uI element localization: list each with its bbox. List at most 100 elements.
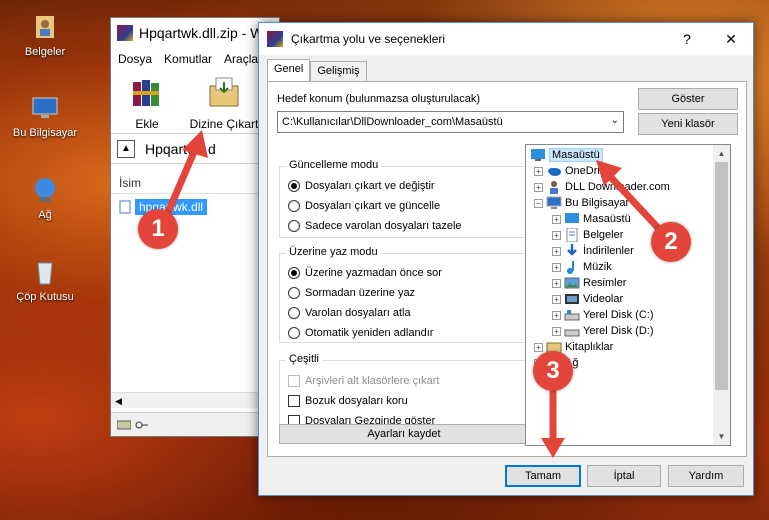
tree-node-dll-downloader[interactable]: + DLL Downloader.com xyxy=(534,179,670,195)
key-icon xyxy=(135,421,148,428)
winrar-titlebar[interactable]: Hpqartwk.dll.zip - W xyxy=(111,18,279,48)
winrar-toolbar: Ekle Dizine Çıkart xyxy=(111,70,279,134)
checkbox[interactable] xyxy=(288,395,300,407)
misc-option-keep-broken[interactable]: Bozuk dosyaları koru xyxy=(288,393,408,409)
expand-icon[interactable]: + xyxy=(552,214,561,224)
radio-selected[interactable] xyxy=(288,267,300,279)
close-button[interactable]: ✕ xyxy=(709,23,753,55)
expand-icon[interactable]: + xyxy=(534,342,543,352)
winrar-hscrollbar[interactable]: ◀ xyxy=(111,392,279,408)
menu-araclar[interactable]: Araçla xyxy=(224,52,258,66)
expand-icon[interactable]: + xyxy=(552,294,561,304)
update-mode-option-update[interactable]: Dosyaları çıkart ve güncelle xyxy=(288,198,440,214)
ok-button[interactable]: Tamam xyxy=(505,465,581,487)
expand-icon[interactable]: + xyxy=(552,310,561,320)
tree-vscrollbar[interactable]: ▲ ▼ xyxy=(713,145,730,445)
expand-icon[interactable]: + xyxy=(552,262,561,272)
help-title-button[interactable]: ? xyxy=(665,23,709,55)
desktop-icon-cop-kutusu[interactable]: Çöp Kutusu xyxy=(5,257,85,303)
expand-icon[interactable]: + xyxy=(552,278,561,288)
folder-tree[interactable]: Masaüstü + OneDrive + DLL Downloader.com −… xyxy=(525,144,731,446)
dest-path-combobox[interactable]: C:\Kullanıcılar\DllDownloader_com\Masaüs… xyxy=(277,111,624,133)
scroll-up-icon[interactable]: ▲ xyxy=(713,145,730,162)
winrar-app-icon xyxy=(267,31,283,47)
tree-node-drive-c[interactable]: + Yerel Disk (C:) xyxy=(552,307,654,323)
up-folder-button[interactable]: ▲ xyxy=(117,139,135,158)
radio[interactable] xyxy=(288,200,300,212)
tree-node-downloads[interactable]: + İndirilenler xyxy=(552,243,634,259)
expand-icon[interactable]: + xyxy=(552,230,561,240)
tree-node-music[interactable]: + Müzik xyxy=(552,259,612,275)
extract-box-icon xyxy=(209,77,239,107)
overwrite-option-rename[interactable]: Otomatik yeniden adlandır xyxy=(288,325,433,341)
dialog-title: Çıkartma yolu ve seçenekleri xyxy=(291,32,446,46)
dest-path-label: Hedef konum (bulunmazsa oluşturulacak) xyxy=(277,93,480,105)
drive-icon xyxy=(564,329,580,337)
expand-icon[interactable]: + xyxy=(534,182,543,192)
desktop-icon-ag[interactable]: Ağ xyxy=(5,175,85,221)
tab-genel[interactable]: Genel xyxy=(267,59,311,81)
option-label: Otomatik yeniden adlandır xyxy=(305,327,434,339)
expand-icon[interactable]: + xyxy=(552,246,561,256)
option-label: Dosyaları çıkart ve değiştir xyxy=(305,180,435,192)
file-list-item[interactable]: hpqartwk.dll xyxy=(119,198,271,216)
misc-title: Çeşitli xyxy=(286,353,322,365)
dialog-titlebar[interactable]: Çıkartma yolu ve seçenekleri ? ✕ xyxy=(259,23,753,55)
close-icon: ✕ xyxy=(725,30,737,47)
add-button[interactable]: Ekle xyxy=(119,74,175,131)
tree-node-onedrive[interactable]: + OneDrive xyxy=(534,163,611,179)
overwrite-option-ask[interactable]: Üzerine yazmadan önce sor xyxy=(288,265,442,281)
radio[interactable] xyxy=(288,220,300,232)
radio[interactable] xyxy=(288,287,300,299)
tree-node-this-pc[interactable]: − Bu Bilgisayar xyxy=(534,195,629,211)
new-folder-button[interactable]: Yeni klasör xyxy=(638,113,738,135)
radio[interactable] xyxy=(288,307,300,319)
winrar-address-bar: ▲ Hpqartwk.d xyxy=(111,134,279,164)
checkbox-disabled xyxy=(288,375,300,387)
computer-icon xyxy=(32,97,58,118)
radio-selected[interactable] xyxy=(288,180,300,192)
misc-group: Çeşitli Arşivleri alt klasörlere çıkart … xyxy=(279,353,529,430)
overwrite-option-skip[interactable]: Varolan dosyaları atla xyxy=(288,305,411,321)
overwrite-mode-group: Üzerine yaz modu Üzerine yazmadan önce s… xyxy=(279,246,529,343)
cancel-button[interactable]: İptal xyxy=(587,465,661,487)
radio[interactable] xyxy=(288,327,300,339)
winrar-window[interactable]: Hpqartwk.dll.zip - W Dosya Komutlar Araç… xyxy=(110,17,280,437)
extract-to-button[interactable]: Dizine Çıkart xyxy=(189,74,259,131)
books-icon xyxy=(133,80,159,106)
tree-node-drive-d[interactable]: + Yerel Disk (D:) xyxy=(552,323,654,339)
tree-node-documents[interactable]: + Belgeler xyxy=(552,227,623,243)
onedrive-icon xyxy=(548,168,561,176)
scroll-down-icon[interactable]: ▼ xyxy=(713,428,730,445)
tab-gelismis[interactable]: Gelişmiş xyxy=(310,61,367,81)
tree-node-pictures[interactable]: + Resimler xyxy=(552,275,626,291)
option-label: Bozuk dosyaları koru xyxy=(305,395,408,407)
update-mode-option-replace[interactable]: Dosyaları çıkart ve değiştir xyxy=(288,178,435,194)
option-label: Arşivleri alt klasörlere çıkart xyxy=(305,375,440,387)
tree-node-desktop[interactable]: Masaüstü xyxy=(530,147,603,163)
menu-komutlar[interactable]: Komutlar xyxy=(164,52,212,66)
tree-node-videos[interactable]: + Videolar xyxy=(552,291,623,307)
winrar-address-field[interactable]: Hpqartwk.d xyxy=(145,141,216,157)
option-label: Sadece varolan dosyaları tazele xyxy=(305,220,462,232)
desktop-icon-bu-bilgisayar[interactable]: Bu Bilgisayar xyxy=(5,93,85,139)
scroll-thumb[interactable] xyxy=(715,162,728,390)
recycle-bin-icon xyxy=(37,262,53,285)
show-button[interactable]: Göster xyxy=(638,88,738,110)
save-settings-button[interactable]: Ayarları kaydet xyxy=(279,424,529,444)
chevron-down-icon[interactable]: ⌄ xyxy=(611,115,619,126)
overwrite-option-overwrite[interactable]: Sormadan üzerine yaz xyxy=(288,285,415,301)
expand-icon[interactable]: + xyxy=(534,166,543,176)
collapse-icon[interactable]: − xyxy=(534,198,543,208)
option-label: Dosyaları çıkart ve güncelle xyxy=(305,200,441,212)
scroll-left-icon: ◀ xyxy=(115,396,122,406)
menu-dosya[interactable]: Dosya xyxy=(118,52,152,66)
expand-icon[interactable]: + xyxy=(552,326,561,336)
tree-node-pc-desktop[interactable]: + Masaüstü xyxy=(552,211,631,227)
update-mode-option-refresh[interactable]: Sadece varolan dosyaları tazele xyxy=(288,218,462,234)
column-header-name[interactable]: İsim xyxy=(111,172,279,194)
desktop-icon-belgeler[interactable]: Belgeler xyxy=(5,12,85,58)
desktop-icon-label: Bu Bilgisayar xyxy=(12,127,78,139)
update-mode-group: Güncelleme modu Dosyaları çıkart ve deği… xyxy=(279,159,529,238)
help-button[interactable]: Yardım xyxy=(668,465,744,487)
